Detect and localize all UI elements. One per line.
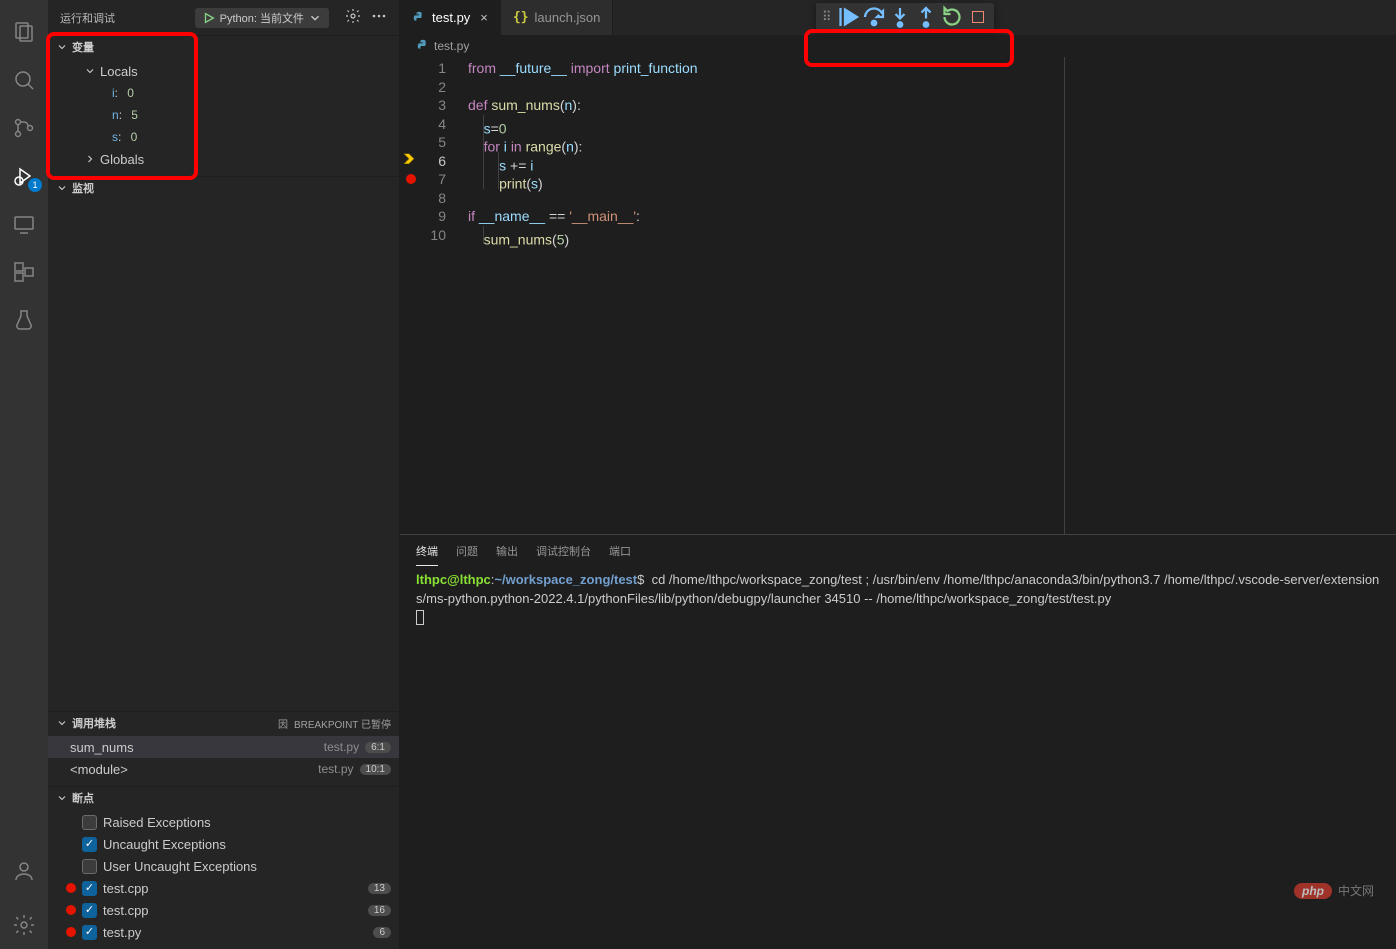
checkbox[interactable] <box>82 925 97 940</box>
terminal[interactable]: lthpc@lthpc:~/workspace_zong/test$ cd /h… <box>400 567 1396 949</box>
bp-option[interactable]: Uncaught Exceptions <box>48 833 399 855</box>
search-icon[interactable] <box>0 56 48 104</box>
step-out-button[interactable] <box>914 5 938 29</box>
callstack-frame[interactable]: <module> test.py 10:1 <box>48 758 399 780</box>
grip-icon[interactable]: ⠿ <box>820 9 834 25</box>
code-editor[interactable]: 1 2 3 4 5 6 7 8 9 10 from __future__ imp… <box>400 57 1396 534</box>
stop-button[interactable] <box>966 5 990 29</box>
python-icon <box>416 39 430 53</box>
terminal-cursor <box>416 610 424 625</box>
variables-panel: 变量 Locals i: 0 n: 5 s: 0 Globals <box>48 35 399 176</box>
checkbox[interactable] <box>82 837 97 852</box>
close-icon[interactable]: × <box>480 10 488 25</box>
breakpoint-dot-icon <box>66 927 76 937</box>
breakpoint-dot-icon <box>66 905 76 915</box>
explorer-icon[interactable] <box>0 8 48 56</box>
testing-icon[interactable] <box>0 296 48 344</box>
locals-node[interactable]: Locals <box>48 60 399 82</box>
remote-icon[interactable] <box>0 200 48 248</box>
extensions-icon[interactable] <box>0 248 48 296</box>
bp-file[interactable]: test.cpp16 <box>48 899 399 921</box>
tab-launch-json[interactable]: {} launch.json <box>501 0 613 35</box>
source-control-icon[interactable] <box>0 104 48 152</box>
callstack-title: 调用堆栈 <box>72 715 116 731</box>
checkbox[interactable] <box>82 881 97 896</box>
settings-gear-icon[interactable] <box>0 901 48 949</box>
variables-header[interactable]: 变量 <box>48 36 399 58</box>
gear-icon[interactable] <box>345 8 361 27</box>
activity-bar: 1 <box>0 0 48 949</box>
accounts-icon[interactable] <box>0 847 48 895</box>
panel-tab-output[interactable]: 输出 <box>496 537 518 565</box>
breadcrumb[interactable]: test.py <box>400 35 1396 57</box>
sidebar-title: 运行和调试 <box>60 10 115 26</box>
watch-title: 监视 <box>72 180 94 196</box>
variable-row[interactable]: n: 5 <box>48 104 399 126</box>
locals-label: Locals <box>100 64 138 79</box>
bp-file[interactable]: test.py6 <box>48 921 399 943</box>
debug-toolbar: ⠿ <box>816 3 994 31</box>
variable-row[interactable]: i: 0 <box>48 82 399 104</box>
watch-header[interactable]: 监视 <box>48 177 399 199</box>
run-debug-icon[interactable]: 1 <box>0 152 48 200</box>
callstack-status: BREAKPOINT 已暂停 <box>294 716 391 731</box>
debug-config-label: Python: 当前文件 <box>220 10 304 26</box>
debug-config-dropdown[interactable]: Python: 当前文件 <box>195 8 329 28</box>
panel-tab-terminal[interactable]: 终端 <box>416 537 438 566</box>
restart-button[interactable] <box>940 5 964 29</box>
sidebar-header: 运行和调试 Python: 当前文件 <box>48 0 399 35</box>
panel-tab-ports[interactable]: 端口 <box>609 537 631 565</box>
bottom-panel: 终端 问题 输出 调试控制台 端口 lthpc@lthpc:~/workspac… <box>400 534 1396 949</box>
panel-tab-debug-console[interactable]: 调试控制台 <box>536 537 591 565</box>
editor-area: test.py × {} launch.json ⠿ test. <box>400 0 1396 949</box>
callstack-panel: 调用堆栈 因 BREAKPOINT 已暂停 sum_nums test.py 6… <box>48 711 399 786</box>
debug-badge: 1 <box>28 178 42 192</box>
breakpoints-panel: 断点 Raised Exceptions Uncaught Exceptions… <box>48 786 399 949</box>
checkbox[interactable] <box>82 859 97 874</box>
breakpoints-title: 断点 <box>72 790 94 806</box>
checkbox[interactable] <box>82 815 97 830</box>
execution-pointer-icon <box>402 152 416 171</box>
bp-option[interactable]: User Uncaught Exceptions <box>48 855 399 877</box>
breakpoint-dot-icon <box>66 883 76 893</box>
callstack-frame[interactable]: sum_nums test.py 6:1 <box>48 736 399 758</box>
callstack-header[interactable]: 调用堆栈 因 BREAKPOINT 已暂停 <box>48 712 399 734</box>
variable-row[interactable]: s: 0 <box>48 126 399 148</box>
gutter: 1 2 3 4 5 6 7 8 9 10 <box>400 57 464 534</box>
continue-button[interactable] <box>836 5 860 29</box>
globals-label: Globals <box>100 152 144 167</box>
globals-node[interactable]: Globals <box>48 148 399 170</box>
checkbox[interactable] <box>82 903 97 918</box>
python-icon <box>412 11 426 25</box>
breakpoints-header[interactable]: 断点 <box>48 787 399 809</box>
more-icon[interactable] <box>371 8 387 27</box>
code-body[interactable]: from __future__ import print_function de… <box>464 57 1396 534</box>
json-icon: {} <box>513 10 529 25</box>
step-over-button[interactable] <box>862 5 886 29</box>
variables-title: 变量 <box>72 39 94 55</box>
bp-option[interactable]: Raised Exceptions <box>48 811 399 833</box>
bp-file[interactable]: test.cpp13 <box>48 877 399 899</box>
panel-tabs: 终端 问题 输出 调试控制台 端口 <box>400 535 1396 567</box>
debug-sidebar: 运行和调试 Python: 当前文件 变量 Locals <box>48 0 400 949</box>
watermark: php 中文网 <box>1294 882 1374 899</box>
watch-panel: 监视 <box>48 176 399 711</box>
tab-test-py[interactable]: test.py × <box>400 0 501 35</box>
step-into-button[interactable] <box>888 5 912 29</box>
panel-tab-problems[interactable]: 问题 <box>456 537 478 565</box>
breakpoint-glyph-icon[interactable] <box>406 174 416 184</box>
